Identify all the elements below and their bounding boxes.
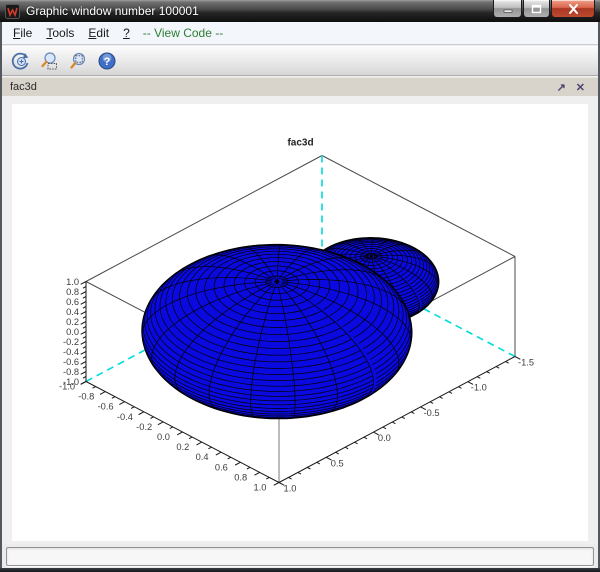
window-frame-left — [0, 20, 2, 572]
status-message — [6, 547, 594, 566]
close-icon — [568, 3, 578, 14]
svg-text:0.2: 0.2 — [176, 442, 189, 452]
svg-text:-0.6: -0.6 — [98, 402, 114, 412]
svg-text:0.0: 0.0 — [66, 327, 79, 337]
zoom-area-icon — [41, 51, 57, 69]
menu-view-code[interactable]: -- View Code -- — [137, 24, 229, 42]
svg-text:-0.6: -0.6 — [63, 357, 79, 367]
unzoom-icon — [70, 52, 86, 69]
svg-text:0.4: 0.4 — [66, 307, 79, 317]
tool-bar: ? — [2, 46, 598, 76]
minimize-button[interactable] — [493, 0, 522, 18]
scilab-app-icon — [5, 3, 20, 19]
svg-text:-0.5: -0.5 — [424, 408, 440, 418]
svg-text:1.0: 1.0 — [66, 277, 79, 287]
svg-text:0.4: 0.4 — [196, 452, 209, 462]
undock-icon[interactable]: ↗ — [552, 81, 571, 94]
close-button[interactable] — [551, 0, 595, 18]
svg-text:0.6: 0.6 — [215, 462, 228, 472]
window-title: Graphic window number 100001 — [26, 4, 199, 18]
plot-title: fac3d — [287, 138, 313, 149]
svg-text:0.8: 0.8 — [66, 287, 79, 297]
svg-text:-0.2: -0.2 — [63, 337, 79, 347]
svg-text:-1.0: -1.0 — [63, 377, 79, 387]
graphic-window: Graphic window number 100001 File Tools … — [0, 0, 600, 572]
svg-text:?: ? — [104, 56, 111, 68]
maximize-button[interactable] — [523, 0, 550, 18]
zoom-area-button[interactable] — [37, 49, 61, 73]
menu-file[interactable]: File — [6, 24, 39, 42]
svg-text:1.0: 1.0 — [254, 483, 267, 493]
maximize-icon — [531, 4, 542, 13]
svg-text:0.0: 0.0 — [378, 433, 391, 443]
help-button[interactable]: ? — [95, 49, 119, 73]
help-icon: ? — [98, 52, 116, 69]
svg-text:-0.8: -0.8 — [78, 392, 94, 402]
menu-tools[interactable]: Tools — [39, 24, 81, 42]
svg-text:-1.0: -1.0 — [471, 383, 487, 393]
plot-area: -1.0 -0.8 -0.6 -0.4 -0.2 0.0 0.2 0.4 0.6 0.8 1.0 1.… — [2, 96, 598, 544]
rotate-button[interactable] — [8, 49, 32, 73]
svg-text:-0.4: -0.4 — [63, 347, 79, 357]
menu-edit[interactable]: Edit — [81, 24, 116, 42]
tab-close-icon[interactable]: ✕ — [571, 81, 590, 94]
menu-bar: File Tools Edit ? -- View Code -- — [2, 22, 598, 45]
minimize-icon — [503, 9, 512, 13]
figure-tab-bar: fac3d ↗ ✕ — [2, 77, 598, 96]
svg-text:1.0: 1.0 — [284, 484, 297, 494]
title-bar[interactable]: Graphic window number 100001 — [0, 0, 600, 22]
svg-text:-1.5: -1.5 — [518, 358, 534, 368]
menu-help[interactable]: ? — [116, 24, 137, 42]
svg-text:-0.8: -0.8 — [63, 367, 79, 377]
window-frame-bottom — [0, 568, 600, 572]
status-bar — [2, 544, 598, 568]
svg-text:0.8: 0.8 — [234, 472, 247, 482]
tab-label: fac3d — [10, 81, 37, 93]
large-sphere — [141, 243, 413, 420]
svg-text:-0.2: -0.2 — [136, 422, 152, 432]
svg-text:0.5: 0.5 — [331, 458, 344, 468]
svg-text:0.0: 0.0 — [157, 432, 170, 442]
rotate-icon — [11, 52, 29, 69]
svg-text:0.6: 0.6 — [66, 297, 79, 307]
figure-canvas[interactable]: -1.0 -0.8 -0.6 -0.4 -0.2 0.0 0.2 0.4 0.6 0.8 1.0 1.… — [12, 104, 588, 541]
plot-canvas[interactable]: -1.0-0.8-0.6-0.4-0.20.00.20.40.60.81.0 1.… — [12, 104, 588, 541]
svg-text:-0.4: -0.4 — [117, 412, 133, 422]
unzoom-button[interactable] — [66, 49, 90, 73]
svg-text:0.2: 0.2 — [66, 317, 79, 327]
